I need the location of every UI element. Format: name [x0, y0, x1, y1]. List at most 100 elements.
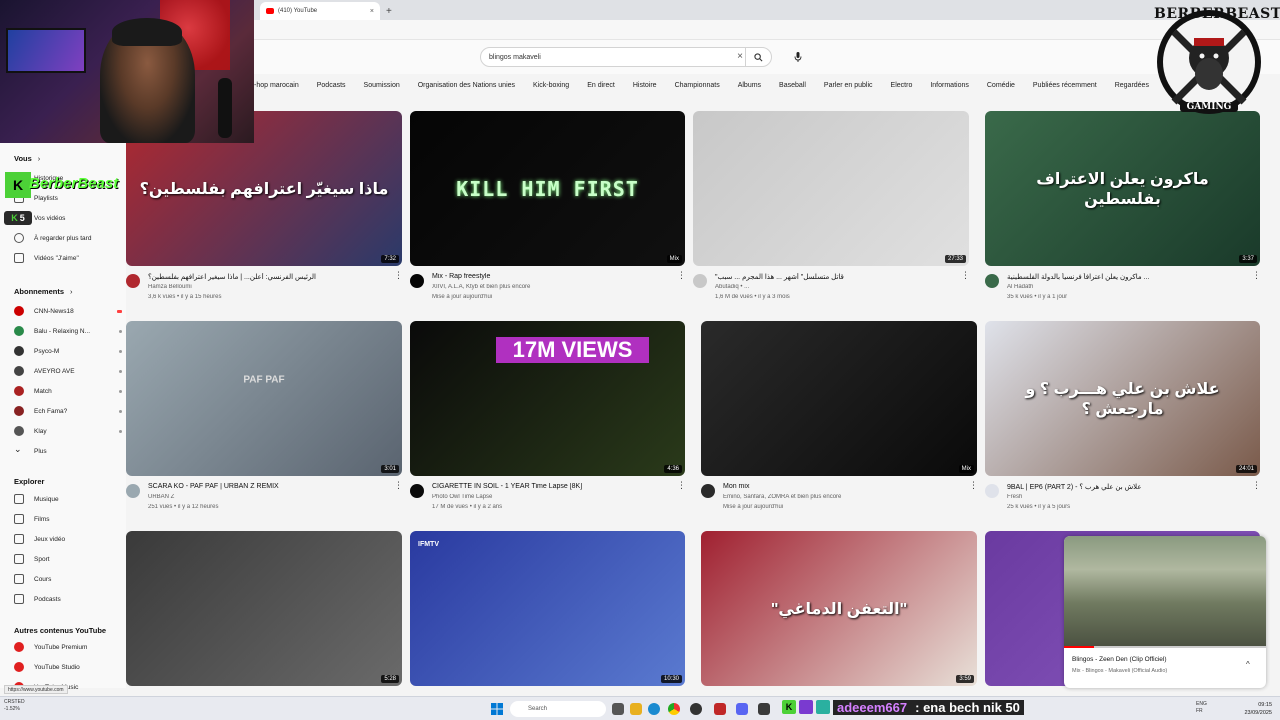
video-title[interactable]: CIGARETTE IN SOIL - 1 YEAR Time Lapse [8… [432, 483, 671, 490]
channel-name[interactable]: Fresh [1007, 494, 1246, 500]
sidebar-item[interactable]: Psyco-M [14, 343, 122, 359]
sidebar-item[interactable]: YouTube Studio [14, 659, 122, 675]
video-title[interactable]: 9BAL | EP6 (PART 2) - علاش بن علي هرب ؟ [1007, 483, 1246, 491]
video-card[interactable]: 17M VIEWS 4:36 CIGARETTE IN SOIL - 1 YEAR … [410, 321, 686, 521]
expand-chevron-icon[interactable]: ^ [1246, 660, 1250, 669]
sidebar-item[interactable]: Ech Fama? [14, 403, 122, 419]
video-card[interactable]: 27:33 "قاتل متسلسل" أشهر ... هذا المجرم .… [693, 111, 970, 311]
filter-chip[interactable]: Electro [891, 82, 913, 89]
mini-player-progress[interactable] [1064, 646, 1266, 648]
more-options-icon[interactable]: ⋮ [1252, 480, 1261, 491]
new-tab-button[interactable]: + [386, 6, 392, 17]
sidebar-item[interactable]: Balu - Relaxing N... [14, 323, 122, 339]
video-card[interactable]: "التعفن الدماغي" 3:59 [701, 531, 977, 720]
clear-search-icon[interactable]: × [737, 51, 743, 62]
sidebar-section-title[interactable]: Explorer [14, 477, 44, 486]
sidebar-item[interactable]: Jeux vidéo [14, 531, 122, 547]
address-bar[interactable] [254, 20, 1280, 40]
sidebar-item[interactable]: YouTube Premium [14, 639, 122, 655]
voice-search-button[interactable] [790, 49, 806, 65]
sidebar-item[interactable]: Sport [14, 551, 122, 567]
video-thumbnail[interactable]: IFMTV 10:30 [410, 531, 685, 686]
channel-avatar[interactable] [985, 274, 999, 288]
more-options-icon[interactable]: ⋮ [961, 270, 970, 281]
video-thumbnail[interactable]: 27:33 [693, 111, 969, 266]
channel-name[interactable]: Al Hadath [1007, 284, 1246, 290]
sidebar-item[interactable]: Match [14, 383, 122, 399]
sidebar-item[interactable]: CNN-News18 [14, 303, 122, 319]
filter-chip[interactable]: -hop marocain [254, 82, 299, 89]
filter-chip[interactable]: Publiées récemment [1033, 82, 1097, 89]
channel-name[interactable]: Hamza Belloumi [148, 284, 388, 290]
channel-name[interactable]: Emino, Sanfara, ZOMRA et bien plus encor… [723, 494, 963, 500]
video-card[interactable]: 5:28 [126, 531, 402, 720]
game-app-icon[interactable] [714, 703, 726, 715]
channel-avatar[interactable] [126, 484, 140, 498]
channel-avatar[interactable] [701, 484, 715, 498]
video-title[interactable]: SCARA KO - PAF PAF | URBAN Z REMIX [148, 483, 388, 490]
video-card[interactable]: علاش بن علي هـــرب ؟ و مارجعش ؟ 24:01 9BAL… [985, 321, 1261, 521]
sidebar-item[interactable]: ⌄ Plus [14, 443, 122, 459]
search-button[interactable] [745, 48, 771, 66]
video-title[interactable]: ماكرون يعلن اعترافاً فرنسياً بالدولة الف… [1007, 273, 1246, 281]
language-indicator[interactable]: ENG FR [1196, 701, 1207, 715]
filter-chip[interactable]: Soumission [364, 82, 400, 89]
video-thumbnail[interactable]: PAF PAF 3:01 [126, 321, 402, 476]
channel-name[interactable]: Abutadiq • ... [715, 284, 955, 290]
search-input[interactable]: blingos makaveli × [480, 47, 772, 67]
channel-avatar[interactable] [410, 484, 424, 498]
filter-chip[interactable]: En direct [587, 82, 615, 89]
sidebar-item[interactable]: Films [14, 511, 122, 527]
more-options-icon[interactable]: ⋮ [1252, 270, 1261, 281]
sidebar-item[interactable]: Vidéos "J'aime" [14, 250, 122, 266]
video-card[interactable]: PAF PAF 3:01 SCARA KO - PAF PAF | URBAN Z … [126, 321, 403, 521]
video-title[interactable]: Mon mix [723, 483, 963, 490]
file-explorer-icon[interactable] [630, 703, 642, 715]
channel-avatar[interactable] [410, 274, 424, 288]
video-card[interactable]: ماكرون يعلن الاعتراف بفلسطين 3:37 ماكرون ي… [985, 111, 1261, 311]
channel-avatar[interactable] [693, 274, 707, 288]
windows-start-icon[interactable] [490, 702, 504, 716]
channel-avatar[interactable] [126, 274, 140, 288]
more-options-icon[interactable]: ⋮ [677, 270, 686, 281]
video-card[interactable]: IFMTV 10:30 [410, 531, 685, 720]
filter-chip[interactable]: Comédie [987, 82, 1015, 89]
video-card[interactable]: Mix Mon mix Emino, Sanfara, ZOMRA et bien … [701, 321, 978, 521]
more-options-icon[interactable]: ⋮ [394, 270, 403, 281]
sidebar-item[interactable]: Klay [14, 423, 122, 439]
video-title[interactable]: الرئيس الفرنسي: أعلن... | ماذا سيغير اعت… [148, 273, 388, 281]
sidebar-item[interactable]: Musique [14, 491, 122, 507]
video-title[interactable]: "قاتل متسلسل" أشهر ... هذا المجرم ... سب… [715, 273, 955, 281]
app-icon[interactable] [758, 703, 770, 715]
video-thumbnail[interactable]: 5:28 [126, 531, 402, 686]
browser-tab[interactable]: (410) YouTube × [260, 2, 380, 20]
filter-chip[interactable]: Organisation des Nations unies [418, 82, 515, 89]
video-thumbnail[interactable]: "التعفن الدماغي" 3:59 [701, 531, 977, 686]
channel-name[interactable]: Photo Owl Time Lapse [432, 494, 671, 500]
more-options-icon[interactable]: ⋮ [677, 480, 686, 491]
edge-browser-icon[interactable] [648, 703, 660, 715]
sidebar-item[interactable]: AVEYRO AVE [14, 363, 122, 379]
channel-avatar[interactable] [985, 484, 999, 498]
task-view-icon[interactable] [612, 703, 624, 715]
filter-chip[interactable]: Kick-boxing [533, 82, 569, 89]
mini-player-video[interactable] [1064, 536, 1266, 648]
sidebar-section-title[interactable]: Autres contenus YouTube [14, 626, 106, 635]
filter-chip[interactable]: Podcasts [317, 82, 346, 89]
filter-chip[interactable]: Histoire [633, 82, 657, 89]
sidebar-item[interactable]: À regarder plus tard [14, 230, 122, 246]
more-options-icon[interactable]: ⋮ [969, 480, 978, 491]
channel-name[interactable]: URBAN Z [148, 494, 388, 500]
filter-chip[interactable]: Informations [930, 82, 969, 89]
channel-name[interactable]: XIIVI, A.L.A, Ktyb et bien plus encore [432, 284, 671, 290]
sidebar-section-title[interactable]: Abonnements › [14, 287, 73, 296]
video-thumbnail[interactable]: Mix [701, 321, 977, 476]
video-card[interactable]: KILL HIM FIRST Mix Mix - Rap freestyle XIIV… [410, 111, 686, 311]
filter-chip[interactable]: Regardées [1115, 82, 1149, 89]
chrome-browser-icon[interactable] [668, 703, 680, 715]
video-thumbnail[interactable]: علاش بن علي هـــرب ؟ و مارجعش ؟ 24:01 [985, 321, 1260, 476]
filter-chip[interactable]: Parler en public [824, 82, 873, 89]
system-clock[interactable]: 09:15 23/09/2025 [1228, 701, 1272, 717]
taskbar-widget[interactable]: CRSTED -1.52% [4, 699, 25, 713]
discord-icon[interactable] [736, 703, 748, 715]
